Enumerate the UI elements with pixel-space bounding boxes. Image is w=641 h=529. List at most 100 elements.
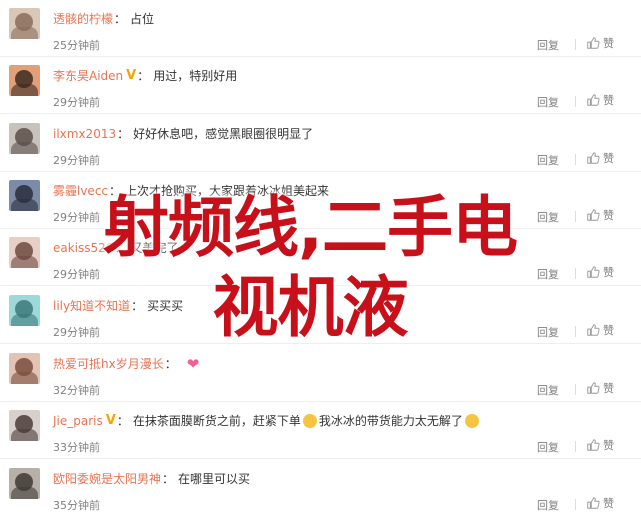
like-label: 赞 — [603, 497, 614, 510]
thumbs-up-icon — [587, 152, 600, 164]
comment-row: ilxmx2013：好好休息吧，感觉黑眼圈很明显了 29分钟前 回复 赞 — [0, 115, 641, 172]
comment-text-continued: 我冰冰的带货能力太无解了 — [318, 414, 463, 428]
colon-separator: ： — [162, 472, 175, 486]
avatar[interactable] — [9, 123, 40, 154]
like-button[interactable]: 赞 — [586, 35, 614, 51]
avatar-body — [11, 372, 38, 384]
overlay-title: 射频线,二手电 视机液 — [40, 188, 580, 348]
comment-line: 李东昊Aiden V：用过，特别好用 — [53, 67, 237, 85]
username-link[interactable]: 欧阳委婉是太阳男神 — [53, 470, 161, 488]
comment-text: 在抹茶面膜断货之前，赶紧下单 — [132, 414, 301, 428]
like-button[interactable]: 赞 — [586, 92, 614, 108]
comment-line: ilxmx2013：好好休息吧，感觉黑眼圈很明显了 — [53, 125, 313, 143]
heart-emoji-icon: ❤ — [186, 355, 200, 373]
like-button[interactable]: 赞 — [586, 207, 614, 223]
like-label: 赞 — [603, 324, 614, 337]
action-divider — [575, 96, 576, 107]
vip-icon: V — [126, 68, 137, 83]
like-button[interactable]: 赞 — [586, 437, 614, 453]
colon-separator: ： — [137, 69, 150, 83]
colon-separator: ： — [114, 12, 127, 26]
like-label: 赞 — [603, 382, 614, 395]
avatar-body — [11, 142, 38, 154]
thumbs-up-icon — [587, 324, 600, 336]
like-label: 赞 — [603, 266, 614, 279]
reply-button[interactable]: 回复 — [537, 37, 559, 53]
thumbs-up-icon — [587, 266, 600, 278]
vip-icon: V — [105, 413, 116, 428]
timestamp: 25分钟前 — [53, 39, 100, 52]
like-label: 赞 — [603, 37, 614, 50]
comment-row: 欧阳委婉是太阳男神：在哪里可以买 35分钟前 回复 赞 — [0, 460, 641, 517]
comment-text: 用过，特别好用 — [153, 69, 238, 83]
reply-button[interactable]: 回复 — [537, 439, 559, 455]
avatar[interactable] — [9, 410, 40, 441]
avatar-body — [11, 199, 38, 211]
overlay-title-line2: 视机液 — [212, 269, 409, 346]
avatar-body — [11, 314, 38, 326]
avatar[interactable] — [9, 65, 40, 96]
avatar-body — [11, 487, 38, 499]
colon-separator: ： — [116, 414, 129, 428]
like-button[interactable]: 赞 — [586, 150, 614, 166]
comment-line: Jie_paris V：在抹茶面膜断货之前，赶紧下单 我冰冰的带货能力太无解了 — [53, 412, 481, 430]
avatar[interactable] — [9, 180, 40, 211]
thumbs-up-icon — [587, 497, 600, 509]
action-divider — [575, 154, 576, 165]
cat-emoji-icon — [302, 414, 317, 428]
avatar[interactable] — [9, 353, 40, 384]
thumbs-up-icon — [587, 94, 600, 106]
timestamp: 33分钟前 — [53, 441, 100, 454]
comment-text: 占位 — [130, 12, 155, 26]
avatar-body — [11, 27, 38, 39]
like-label: 赞 — [603, 152, 614, 165]
avatar-body — [11, 84, 38, 96]
like-label: 赞 — [603, 209, 614, 222]
reply-button[interactable]: 回复 — [537, 382, 559, 398]
thumbs-up-icon — [587, 439, 600, 451]
like-label: 赞 — [603, 439, 614, 452]
thumbs-up-icon — [587, 37, 600, 49]
action-divider — [575, 499, 576, 510]
timestamp: 29分钟前 — [53, 154, 100, 167]
overlay-title-line1: 射频线,二手电 — [102, 189, 518, 266]
avatar-body — [11, 256, 38, 268]
smile-emoji-icon — [464, 414, 479, 428]
comment-line: 欧阳委婉是太阳男神：在哪里可以买 — [53, 470, 250, 488]
like-label: 赞 — [603, 94, 614, 107]
timestamp: 32分钟前 — [53, 384, 100, 397]
colon-separator: ： — [164, 357, 177, 371]
avatar[interactable] — [9, 295, 40, 326]
username-link[interactable]: 热爱可抵hx岁月漫长 — [53, 355, 164, 373]
avatar[interactable] — [9, 8, 40, 39]
colon-separator: ： — [117, 127, 130, 141]
comment-text: 好好休息吧，感觉黑眼圈很明显了 — [133, 127, 314, 141]
comment-row: Jie_paris V：在抹茶面膜断货之前，赶紧下单 我冰冰的带货能力太无解了 33分… — [0, 402, 641, 459]
username-link[interactable]: 透骸的柠檬 — [53, 10, 113, 28]
comment-row: 热爱可抵hx岁月漫长： ❤ 32分钟前 回复 赞 — [0, 345, 641, 402]
action-divider — [575, 384, 576, 395]
reply-button[interactable]: 回复 — [537, 497, 559, 513]
avatar[interactable] — [9, 237, 40, 268]
comment-row: 李东昊Aiden V：用过，特别好用 29分钟前 回复 赞 — [0, 57, 641, 114]
reply-button[interactable]: 回复 — [537, 94, 559, 110]
avatar[interactable] — [9, 468, 40, 499]
timestamp: 35分钟前 — [53, 499, 100, 512]
username-link[interactable]: ilxmx2013 — [53, 125, 116, 143]
username-link[interactable]: 李东昊Aiden — [53, 67, 123, 85]
comment-text: 在哪里可以买 — [178, 472, 251, 486]
like-button[interactable]: 赞 — [586, 264, 614, 280]
reply-button[interactable]: 回复 — [537, 152, 559, 168]
timestamp: 29分钟前 — [53, 96, 100, 109]
like-button[interactable]: 赞 — [586, 495, 614, 511]
like-button[interactable]: 赞 — [586, 380, 614, 396]
comment-row: 透骸的柠檬：占位 25分钟前 回复 赞 — [0, 0, 641, 57]
comment-line: 透骸的柠檬：占位 — [53, 10, 154, 28]
like-button[interactable]: 赞 — [586, 322, 614, 338]
thumbs-up-icon — [587, 382, 600, 394]
username-link[interactable]: Jie_paris — [53, 412, 103, 430]
thumbs-up-icon — [587, 209, 600, 221]
comment-line: 热爱可抵hx岁月漫长： ❤ — [53, 355, 199, 373]
action-divider — [575, 39, 576, 50]
action-divider — [575, 441, 576, 452]
